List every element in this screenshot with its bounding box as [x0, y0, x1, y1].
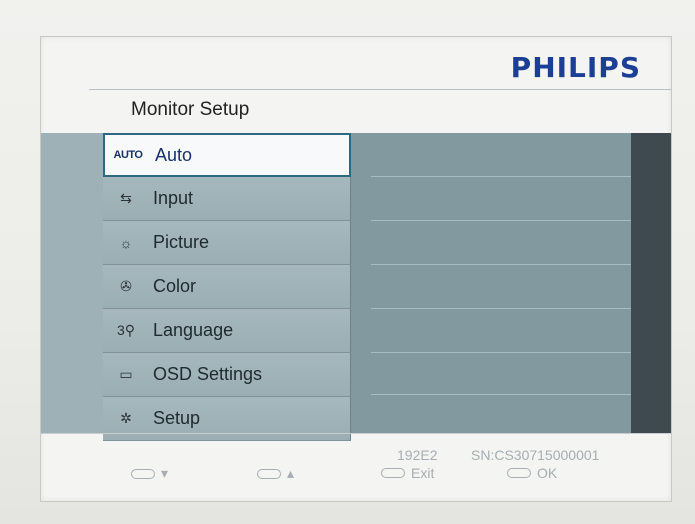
footer-divider — [41, 433, 671, 434]
model-number: 192E2 — [397, 447, 438, 463]
exit-button[interactable]: Exit — [381, 465, 434, 481]
submenu-pane — [351, 133, 631, 433]
button-pill-icon — [131, 468, 155, 479]
menu-item-language[interactable]: 3⚲ Language — [103, 309, 351, 353]
language-icon: 3⚲ — [116, 322, 136, 338]
submenu-divider — [371, 352, 631, 353]
brand-logo: PHILIPS — [510, 51, 641, 84]
button-pill-icon — [257, 468, 281, 479]
serial-number: SN:CS30715000001 — [471, 447, 600, 463]
menu-item-color[interactable]: ✇ Color — [103, 265, 351, 309]
submenu-divider — [371, 264, 631, 265]
page-title: Monitor Setup — [131, 99, 250, 120]
menu-item-picture[interactable]: ☼ Picture — [103, 221, 351, 265]
up-button[interactable]: ▴ — [257, 465, 294, 482]
down-arrow-icon: ▾ — [161, 465, 169, 481]
ok-button[interactable]: OK — [507, 465, 557, 481]
menu-area: AUTO Auto ⇆ Input ☼ Picture ✇ Color 3⚲ L… — [41, 133, 671, 441]
input-icon: ⇆ — [120, 190, 132, 206]
menu-item-label: Language — [153, 320, 234, 340]
left-strip — [41, 133, 103, 433]
osd-screen: PHILIPS Monitor Setup AUTO Auto ⇆ Input … — [40, 36, 672, 502]
menu-item-label: OSD Settings — [153, 364, 263, 384]
menu-item-auto[interactable]: AUTO Auto — [103, 133, 351, 177]
menu-item-setup[interactable]: ✲ Setup — [103, 397, 351, 441]
menu-item-osd-settings[interactable]: ▭ OSD Settings — [103, 353, 351, 397]
submenu-divider — [371, 394, 631, 395]
button-pill-icon — [507, 468, 531, 478]
color-wheel-icon: ✇ — [120, 278, 132, 294]
exit-label: Exit — [411, 465, 435, 481]
scroll-edge — [631, 133, 671, 433]
menu-item-label: Setup — [153, 408, 201, 428]
gear-icon: ✲ — [120, 410, 132, 426]
down-button[interactable]: ▾ — [131, 465, 168, 482]
brightness-icon: ☼ — [119, 234, 133, 251]
osd-icon: ▭ — [119, 366, 133, 382]
button-pill-icon — [381, 468, 405, 478]
menu-item-label: Auto — [155, 144, 193, 165]
submenu-divider — [371, 308, 631, 309]
auto-icon: AUTO — [113, 149, 143, 161]
submenu-divider — [371, 220, 631, 221]
up-arrow-icon: ▴ — [287, 465, 295, 481]
menu-item-input[interactable]: ⇆ Input — [103, 177, 351, 221]
header-divider — [89, 89, 671, 90]
ok-label: OK — [537, 465, 558, 481]
submenu-divider — [371, 176, 631, 177]
menu-item-label: Color — [153, 276, 197, 296]
menu-item-label: Input — [153, 188, 194, 208]
menu-item-label: Picture — [153, 232, 210, 252]
menu-list: AUTO Auto ⇆ Input ☼ Picture ✇ Color 3⚲ L… — [103, 133, 351, 441]
